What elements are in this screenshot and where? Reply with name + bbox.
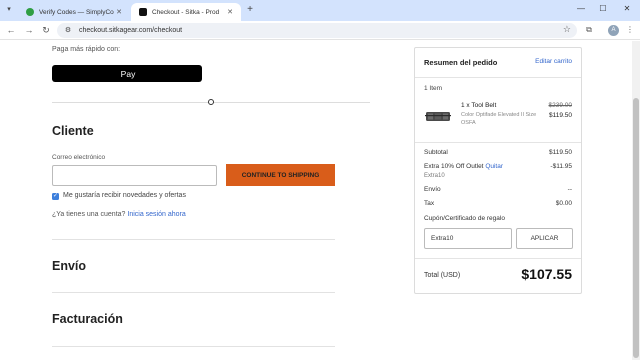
section-divider: [52, 239, 335, 240]
summary-divider: [415, 258, 581, 259]
discount-code: Extra10: [424, 173, 445, 179]
subtotal-value: $119.50: [548, 149, 572, 156]
tool-belt-thumbnail-icon: [425, 112, 451, 121]
tab-title: Verify Codes — SimplyCodes: [39, 8, 114, 16]
item-price: $119.50: [548, 112, 572, 119]
apple-pay-label: Pay: [120, 68, 136, 79]
subtotal-label: Subtotal: [424, 149, 448, 156]
account-prompt-text: ¿Ya tienes una cuenta?: [52, 211, 126, 218]
site-info-icon[interactable]: ⚙: [63, 26, 73, 36]
item-name: 1 x Tool Belt: [461, 102, 497, 109]
minimize-icon[interactable]: —: [574, 4, 588, 13]
window-close-icon[interactable]: ✕: [620, 4, 634, 13]
customer-heading: Cliente: [52, 124, 94, 138]
newsletter-checkbox[interactable]: ✓: [52, 193, 59, 200]
apply-coupon-button[interactable]: APLICAR: [516, 228, 573, 249]
summary-divider: [415, 77, 581, 78]
maximize-icon[interactable]: ☐: [596, 4, 610, 13]
page-scrollbar[interactable]: [632, 41, 640, 360]
coupon-label: Cupón/Certificado de regalo: [424, 215, 505, 222]
avatar[interactable]: A: [608, 25, 619, 36]
summary-divider: [415, 142, 581, 143]
discount-value: -$11.95: [550, 163, 572, 170]
shipping-label: Envío: [424, 186, 441, 193]
browser-toolbar: ← → ↻ ⚙ checkout.sitkagear.com/checkout …: [0, 21, 640, 40]
simplycodes-favicon-icon: [26, 8, 34, 16]
url-text[interactable]: checkout.sitkagear.com/checkout: [79, 27, 182, 34]
billing-heading[interactable]: Facturación: [52, 312, 123, 326]
apple-pay-button[interactable]: Pay: [52, 65, 202, 82]
section-divider: [52, 292, 335, 293]
section-divider: [52, 346, 335, 347]
menu-kebab-icon[interactable]: ⋮: [624, 24, 636, 36]
close-icon[interactable]: ✕: [225, 8, 235, 16]
continue-to-shipping-button[interactable]: CONTINUE TO SHIPPING: [226, 164, 335, 186]
account-prompt: ¿Ya tienes una cuenta? Inicia sesión aho…: [52, 211, 186, 218]
checkout-page: Paga más rápido con: Pay Cliente Correo …: [0, 41, 632, 360]
coupon-field[interactable]: [424, 228, 512, 249]
close-icon[interactable]: ✕: [114, 8, 124, 16]
tab-title: Checkout - Sitka - Prod: [152, 8, 220, 16]
email-label: Correo electrónico: [52, 154, 106, 161]
newsletter-label: Me gustaría recibir novedades y ofertas: [63, 192, 186, 199]
shipping-value: --: [567, 186, 572, 193]
tax-label: Tax: [424, 200, 435, 207]
tab-simplycodes[interactable]: Verify Codes — SimplyCodes ✕: [18, 3, 130, 21]
item-compare-price: $239.00: [548, 102, 573, 109]
tab-search-icon[interactable]: ▾: [4, 5, 14, 15]
divider-circle-icon: [208, 99, 214, 105]
item-variant: Color Optifade Elevated II Size OSFA: [461, 112, 537, 126]
fast-pay-label: Paga más rápido con:: [52, 46, 121, 53]
tab-strip: ▾ Verify Codes — SimplyCodes ✕ Checkout …: [0, 0, 640, 21]
discount-label: Extra 10% Off Outlet: [424, 163, 484, 170]
extensions-icon[interactable]: ⧉: [583, 24, 595, 36]
discount-row: Extra 10% Off Outlet Quitar: [424, 163, 503, 170]
new-tab-button[interactable]: +: [244, 4, 256, 15]
login-link[interactable]: Inicia sesión ahora: [127, 211, 185, 218]
summary-title: Resumen del pedido: [424, 58, 498, 67]
forward-icon[interactable]: →: [23, 24, 35, 36]
total-value: $107.55: [521, 266, 572, 282]
total-label: Total (USD): [424, 272, 461, 279]
email-field[interactable]: [52, 165, 217, 186]
tax-value: $0.00: [555, 200, 572, 207]
item-count: 1 Item: [424, 85, 443, 92]
order-summary-panel: Resumen del pedido Editar carrito 1 Item…: [414, 47, 582, 294]
reload-icon[interactable]: ↻: [40, 24, 52, 36]
address-bar[interactable]: ⚙ checkout.sitkagear.com/checkout ☆: [57, 23, 577, 38]
shipping-heading[interactable]: Envío: [52, 259, 86, 273]
sitka-favicon-icon: [139, 8, 147, 16]
scrollbar-thumb[interactable]: [633, 98, 639, 358]
back-icon[interactable]: ←: [5, 24, 17, 36]
tab-sitka-checkout[interactable]: Checkout - Sitka - Prod ✕: [131, 3, 241, 21]
remove-discount-link[interactable]: Quitar: [485, 163, 503, 170]
bookmark-star-icon[interactable]: ☆: [563, 24, 571, 35]
edit-cart-link[interactable]: Editar carrito: [535, 58, 572, 65]
